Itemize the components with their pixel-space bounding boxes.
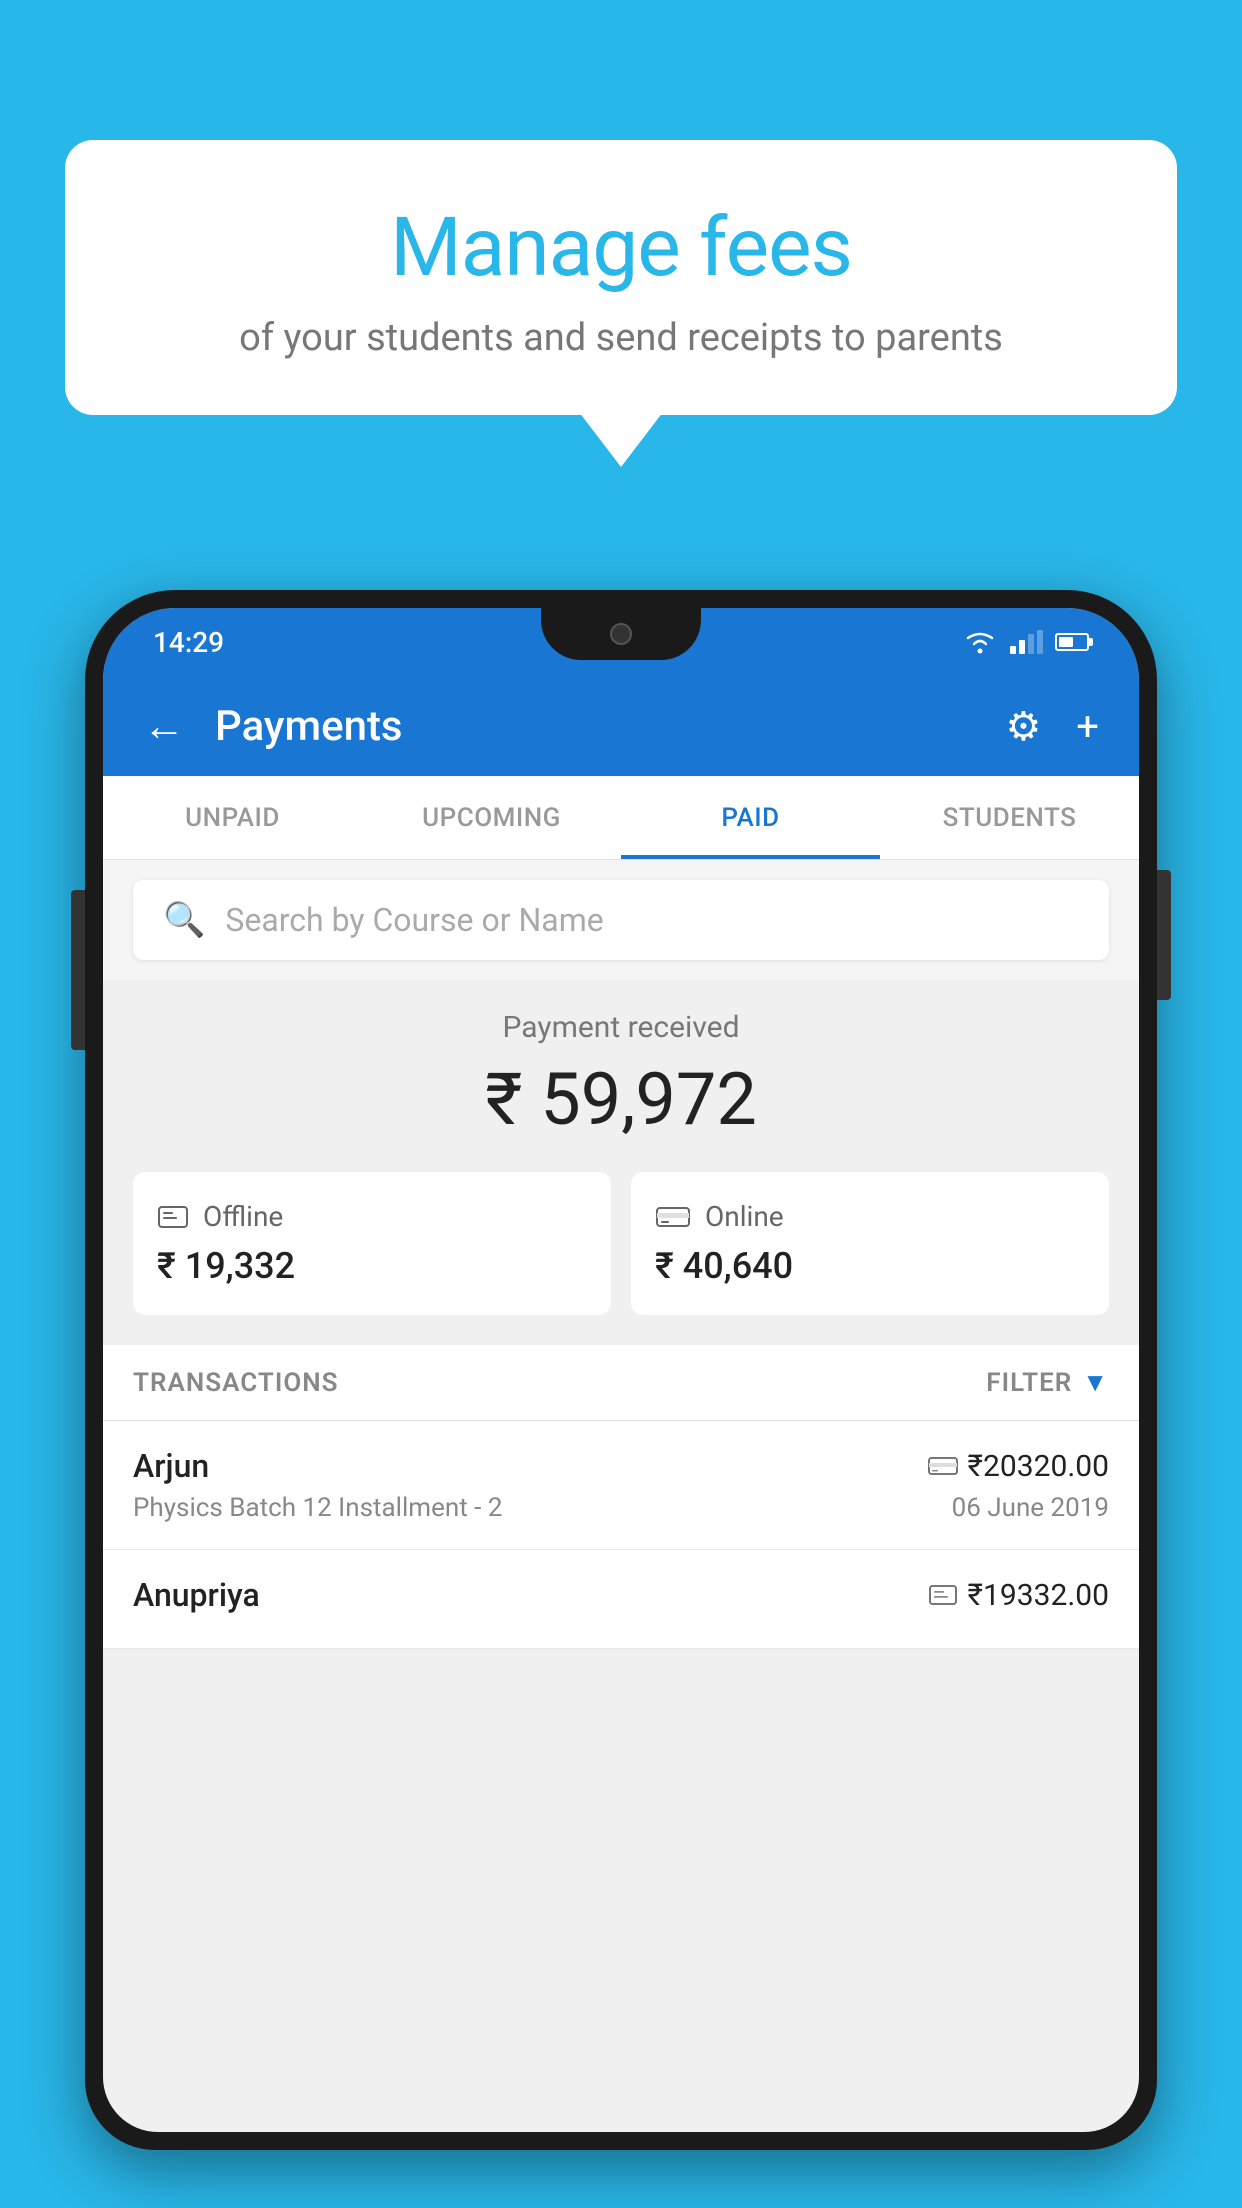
transaction-name: Arjun xyxy=(133,1447,209,1485)
add-icon[interactable]: + xyxy=(1076,703,1099,750)
tabs: UNPAID UPCOMING PAID STUDENTS xyxy=(103,776,1139,860)
tab-upcoming[interactable]: UPCOMING xyxy=(362,776,621,859)
transaction-amount-wrap: ₹20320.00 xyxy=(928,1449,1109,1484)
search-container: 🔍 Search by Course or Name xyxy=(103,860,1139,980)
tab-students[interactable]: STUDENTS xyxy=(880,776,1139,859)
offline-label: Offline xyxy=(203,1200,283,1233)
search-input[interactable]: Search by Course or Name xyxy=(225,901,603,939)
payment-received-label: Payment received xyxy=(133,1010,1109,1045)
transaction-amount: ₹19332.00 xyxy=(968,1578,1109,1613)
transaction-pay-icon xyxy=(928,1584,958,1606)
filter-icon: ▼ xyxy=(1082,1367,1109,1398)
transactions-header: TRANSACTIONS FILTER ▼ xyxy=(103,1345,1139,1421)
online-card: Online ₹ 40,640 xyxy=(631,1172,1109,1315)
notch xyxy=(541,608,701,660)
battery-icon xyxy=(1055,633,1089,651)
online-label: Online xyxy=(705,1200,784,1233)
transaction-bottom: Physics Batch 12 Installment - 2 06 June… xyxy=(133,1493,1109,1523)
transaction-pay-icon xyxy=(928,1455,958,1477)
payment-summary: Payment received ₹ 59,972 Offline xyxy=(103,980,1139,1345)
speech-bubble-container: Manage fees of your students and send re… xyxy=(65,140,1177,415)
signal-icon xyxy=(1010,630,1043,654)
transaction-row[interactable]: Anupriya ₹19332.00 xyxy=(103,1550,1139,1649)
speech-bubble: Manage fees of your students and send re… xyxy=(65,140,1177,415)
camera-dot xyxy=(610,623,632,645)
phone-screen: 14:29 xyxy=(103,608,1139,2132)
transaction-amount: ₹20320.00 xyxy=(968,1449,1109,1484)
back-button[interactable]: ← xyxy=(143,702,185,751)
transaction-top: Anupriya ₹19332.00 xyxy=(133,1576,1109,1614)
payment-cards: Offline ₹ 19,332 On xyxy=(133,1172,1109,1315)
status-time: 14:29 xyxy=(153,626,224,659)
online-amount: ₹ 40,640 xyxy=(655,1245,1085,1287)
search-bar[interactable]: 🔍 Search by Course or Name xyxy=(133,880,1109,960)
transactions-label: TRANSACTIONS xyxy=(133,1368,339,1398)
header-actions: ⚙ + xyxy=(1005,703,1099,750)
online-payment-icon xyxy=(655,1203,691,1231)
tab-paid[interactable]: PAID xyxy=(621,776,880,859)
transaction-top: Arjun ₹20320.00 xyxy=(133,1447,1109,1485)
wifi-icon xyxy=(962,628,998,656)
transaction-date: 06 June 2019 xyxy=(952,1493,1109,1523)
offline-card-header: Offline xyxy=(157,1200,587,1233)
phone-container: 14:29 xyxy=(85,590,1157,2208)
transaction-course: Physics Batch 12 Installment - 2 xyxy=(133,1493,502,1523)
status-bar: 14:29 xyxy=(103,608,1139,676)
offline-payment-icon xyxy=(157,1203,189,1231)
payment-total-amount: ₹ 59,972 xyxy=(133,1057,1109,1142)
bubble-subtitle: of your students and send receipts to pa… xyxy=(115,316,1127,360)
settings-icon[interactable]: ⚙ xyxy=(1005,703,1041,750)
search-icon: 🔍 xyxy=(163,900,205,940)
filter-button[interactable]: FILTER ▼ xyxy=(986,1367,1109,1398)
tab-unpaid[interactable]: UNPAID xyxy=(103,776,362,859)
transaction-amount-wrap: ₹19332.00 xyxy=(928,1578,1109,1613)
filter-label: FILTER xyxy=(986,1368,1072,1398)
status-icons xyxy=(962,628,1089,656)
offline-card: Offline ₹ 19,332 xyxy=(133,1172,611,1315)
bubble-title: Manage fees xyxy=(115,200,1127,296)
phone-outer: 14:29 xyxy=(85,590,1157,2150)
transaction-row[interactable]: Arjun ₹20320.00 Physics Batch 12 Install… xyxy=(103,1421,1139,1550)
header-title: Payments xyxy=(215,702,975,751)
online-card-header: Online xyxy=(655,1200,1085,1233)
app-header: ← Payments ⚙ + xyxy=(103,676,1139,776)
offline-amount: ₹ 19,332 xyxy=(157,1245,587,1287)
transaction-name: Anupriya xyxy=(133,1576,260,1614)
